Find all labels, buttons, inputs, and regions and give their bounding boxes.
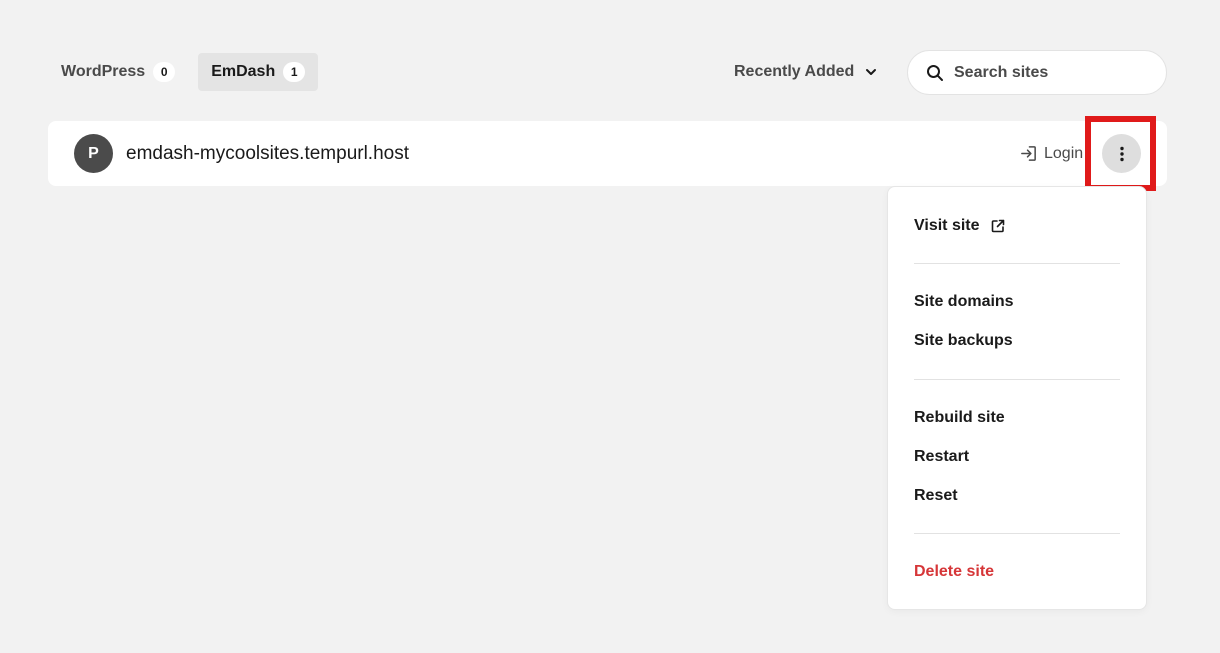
site-name[interactable]: emdash-mycoolsites.tempurl.host [126, 143, 409, 165]
menu-item-site-domains[interactable]: Site domains [914, 290, 1014, 314]
tab-label: WordPress [61, 63, 146, 80]
login-icon [1021, 146, 1036, 161]
site-actions-menu: Visit site Site domains Site backups Reb… [887, 186, 1147, 610]
chevron-down-icon [866, 69, 877, 75]
menu-divider [914, 379, 1120, 380]
sort-label: Recently Added [734, 63, 855, 80]
menu-item-rebuild-site[interactable]: Rebuild site [914, 406, 1005, 430]
external-link-icon [991, 219, 1004, 233]
tab-emdash[interactable]: EmDash 1 [198, 53, 319, 91]
menu-item-restart[interactable]: Restart [914, 445, 969, 469]
more-options-button[interactable] [1102, 134, 1141, 173]
menu-divider [914, 263, 1120, 264]
sites-page: WordPress 0 EmDash 1 Recently Added P em… [0, 0, 1220, 653]
search-box [907, 50, 1167, 95]
tab-count-badge: 1 [283, 62, 306, 82]
sort-dropdown[interactable]: Recently Added [728, 53, 884, 91]
menu-divider [914, 533, 1120, 534]
tab-label: EmDash [211, 63, 276, 80]
login-label: Login [1044, 144, 1084, 162]
platform-tabs: WordPress 0 EmDash 1 [48, 53, 319, 91]
menu-item-reset[interactable]: Reset [914, 484, 958, 508]
menu-item-visit-site[interactable]: Visit site [914, 214, 1006, 238]
menu-item-delete-site[interactable]: Delete site [914, 560, 994, 584]
menu-item-label: Visit site [914, 217, 980, 234]
tab-count-badge: 0 [153, 62, 176, 82]
tab-wordpress[interactable]: WordPress 0 [48, 53, 188, 91]
login-button[interactable]: Login [1019, 121, 1089, 186]
site-row[interactable]: P emdash-mycoolsites.tempurl.host Login [48, 121, 1167, 186]
avatar: P [74, 134, 113, 173]
menu-item-site-backups[interactable]: Site backups [914, 329, 1013, 353]
search-icon [927, 64, 943, 81]
search-input[interactable] [954, 63, 1144, 82]
more-vertical-icon [1119, 146, 1124, 161]
